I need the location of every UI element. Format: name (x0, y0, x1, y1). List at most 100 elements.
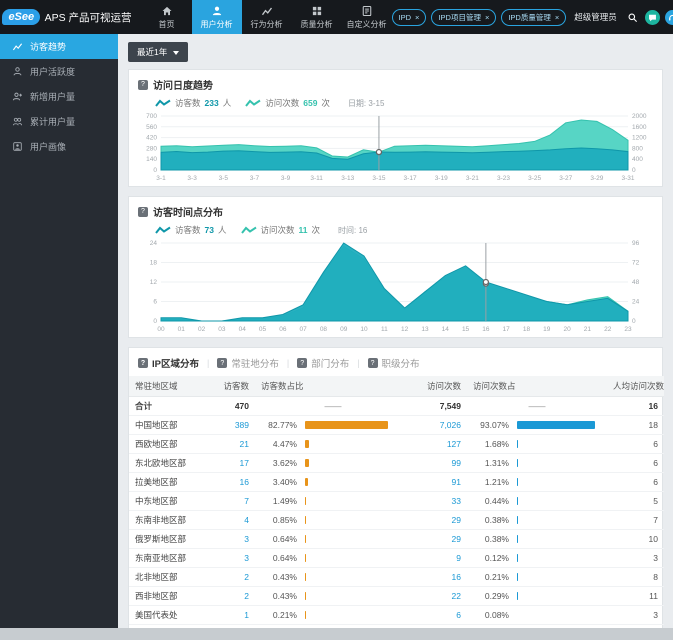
tab-label: 常驻地分布 (231, 359, 279, 370)
chart-canvas: 0 0 140 400 280 800 420 1200 560 1600 700 2000 3-1 3-… (146, 113, 647, 182)
hourly-dist-card: ? 访客时间点分布 访客数 73 人访问次数 11 次时间: 16 0 0 6 24 12 48 1… (128, 196, 663, 338)
visitors-count[interactable]: 3 (211, 548, 255, 568)
search-icon[interactable] (625, 10, 640, 25)
nav-item-行为分析[interactable]: 行为分析 (242, 0, 292, 34)
visitors-count[interactable]: 7 (211, 491, 255, 511)
column-header (515, 376, 607, 397)
remove-filter-icon[interactable]: × (485, 13, 489, 22)
visits-count[interactable]: 33 (411, 491, 467, 511)
visitors-bar (305, 459, 309, 467)
visits-count[interactable]: 127 (411, 434, 467, 454)
daily-legend: 访客数 233 人 访问次数 659 次 日期: 3-15 (129, 95, 662, 111)
avg-visits: 6 (607, 434, 664, 454)
hourly-dist-chart[interactable]: 0 0 6 24 12 48 18 72 24 96 00 01 02 03 04 05 06 07 08 09 10 1… (129, 238, 664, 337)
visits-bar-cell (515, 491, 607, 511)
visitors-count[interactable]: 2 (211, 567, 255, 587)
svg-text:3-31: 3-31 (621, 175, 634, 182)
sidebar-item-用户画像[interactable]: 用户画像 (0, 134, 118, 159)
legend-访问次数[interactable]: 访问次数 659 次 (245, 97, 330, 109)
message-icon[interactable] (644, 9, 660, 25)
tab-label: 部门分布 (311, 359, 350, 370)
remove-filter-icon[interactable]: × (555, 13, 559, 22)
visitors-count[interactable]: 1 (211, 605, 255, 625)
svg-text:3-13: 3-13 (341, 175, 354, 182)
filter-pill-IPD[interactable]: IPD × (391, 8, 427, 26)
app-logo[interactable]: eSee (0, 9, 43, 25)
visits-count[interactable]: 91 (411, 472, 467, 492)
region-name-cell: 东南非地区部 (129, 510, 211, 530)
tab-常驻地分布[interactable]: ? 常驻地分布 (217, 356, 279, 370)
visits-count[interactable]: 6 (411, 605, 467, 625)
daily-trend-chart[interactable]: 0 0 140 400 280 800 420 1200 560 1600 700 2000 3-1 3-… (129, 111, 664, 186)
time-range-dropdown[interactable]: 最近1年 (128, 42, 189, 62)
visitors-count[interactable]: 3 (211, 529, 255, 549)
visitors-bar-cell (303, 548, 411, 568)
visitors-count[interactable]: 17 (211, 453, 255, 473)
nav-item-label: 自定义分析 (346, 19, 387, 29)
sidebar-item-label: 用户画像 (30, 142, 67, 152)
sidebar-item-用户活跃度[interactable]: 用户活跃度 (0, 59, 118, 84)
marker-point (375, 148, 383, 156)
visits-count[interactable]: 29 (411, 510, 467, 530)
visits-count[interactable]: 99 (411, 453, 467, 473)
nav-item-质量分析[interactable]: 质量分析 (292, 0, 342, 34)
visits-bar-cell (515, 510, 607, 530)
service-icon[interactable] (664, 9, 673, 25)
visitors-count[interactable]: 389 (211, 415, 255, 435)
visits-count[interactable]: 9 (411, 548, 467, 568)
hourly-dist-title: 访客时间点分布 (153, 208, 223, 219)
svg-text:3-3: 3-3 (187, 175, 197, 182)
filter-pill-IPD项目管理[interactable]: IPD项目管理 × (431, 8, 497, 26)
sidebar-item-label: 用户活跃度 (30, 67, 76, 77)
legend-unit: 人 (217, 225, 227, 235)
filter-pill-label: IPD质量管理 (508, 12, 551, 22)
sidebar-item-累计用户量[interactable]: 累计用户量 (0, 109, 118, 134)
tab-部门分布[interactable]: ? 部门分布 (297, 356, 349, 370)
column-header: 常驻地区域 (129, 376, 211, 397)
legend-unit: 次 (311, 225, 321, 235)
visits-count[interactable]: 22 (411, 586, 467, 606)
visits-count[interactable]: 7,026 (411, 415, 467, 435)
total-visits-pct: —— (467, 396, 607, 416)
avg-visits: 18 (607, 415, 664, 435)
svg-text:07: 07 (300, 326, 308, 333)
visitors-count[interactable]: 4 (211, 510, 255, 530)
sidebar-item-访客趋势[interactable]: 访客趋势 (0, 34, 118, 59)
region-row: 西欧地区部 21 4.47% 127 1.68% 6 (129, 434, 664, 454)
region-table: 常驻地区域访客数访客数占比访问次数访问次数占比人均访问次数 合计470——7,5… (129, 376, 664, 628)
legend-line-icon (240, 226, 257, 235)
remove-filter-icon[interactable]: × (415, 13, 419, 22)
visitors-pct: 82.77% (255, 415, 303, 435)
visits-pct: 0.29% (467, 586, 515, 606)
svg-text:16: 16 (482, 326, 490, 333)
tab-职级分布[interactable]: ? 职级分布 (367, 356, 420, 370)
region-name-cell: 西欧地区部 (129, 434, 211, 454)
svg-text:13: 13 (421, 326, 429, 333)
visitors-pct: 0.43% (255, 567, 303, 587)
avg-visits: 11 (607, 586, 664, 606)
svg-text:22: 22 (604, 326, 612, 333)
svg-text:15: 15 (462, 326, 470, 333)
visitors-count[interactable]: 16 (211, 472, 255, 492)
tab-IP区域分布[interactable]: ? IP区域分布 (138, 356, 199, 370)
visits-bar-cell (515, 453, 607, 473)
filter-pill-IPD质量管理[interactable]: IPD质量管理 × (501, 8, 567, 26)
sidebar-item-新增用户量[interactable]: 新增用户量 (0, 84, 118, 109)
visits-count[interactable]: 16 (411, 567, 467, 587)
svg-text:3-21: 3-21 (466, 175, 479, 182)
region-card: ? IP区域分布 |? 常驻地分布 |? 部门分布 |? 职级分布 常驻地区域 访客数 访客数占比… (128, 347, 664, 628)
svg-text:1600: 1600 (632, 124, 647, 131)
main-nav: 首页 用户分析 行为分析 质量分析 自定义分析 (142, 0, 392, 34)
nav-item-首页[interactable]: 首页 (142, 0, 192, 34)
help-icon: ? (367, 358, 378, 368)
legend-访问次数[interactable]: 访问次数 11 次 (240, 224, 321, 236)
legend-访客数[interactable]: 访客数 233 人 (155, 97, 231, 109)
visitors-count[interactable]: 2 (211, 586, 255, 606)
nav-item-用户分析[interactable]: 用户分析 (191, 0, 242, 34)
legend-访客数[interactable]: 访客数 73 人 (155, 224, 227, 236)
avg-visits: 6 (607, 472, 664, 492)
nav-item-自定义分析[interactable]: 自定义分析 (342, 0, 392, 34)
filter-pill-label: IPD (398, 12, 412, 22)
visitors-count[interactable]: 21 (211, 434, 255, 454)
visits-count[interactable]: 29 (411, 529, 467, 549)
